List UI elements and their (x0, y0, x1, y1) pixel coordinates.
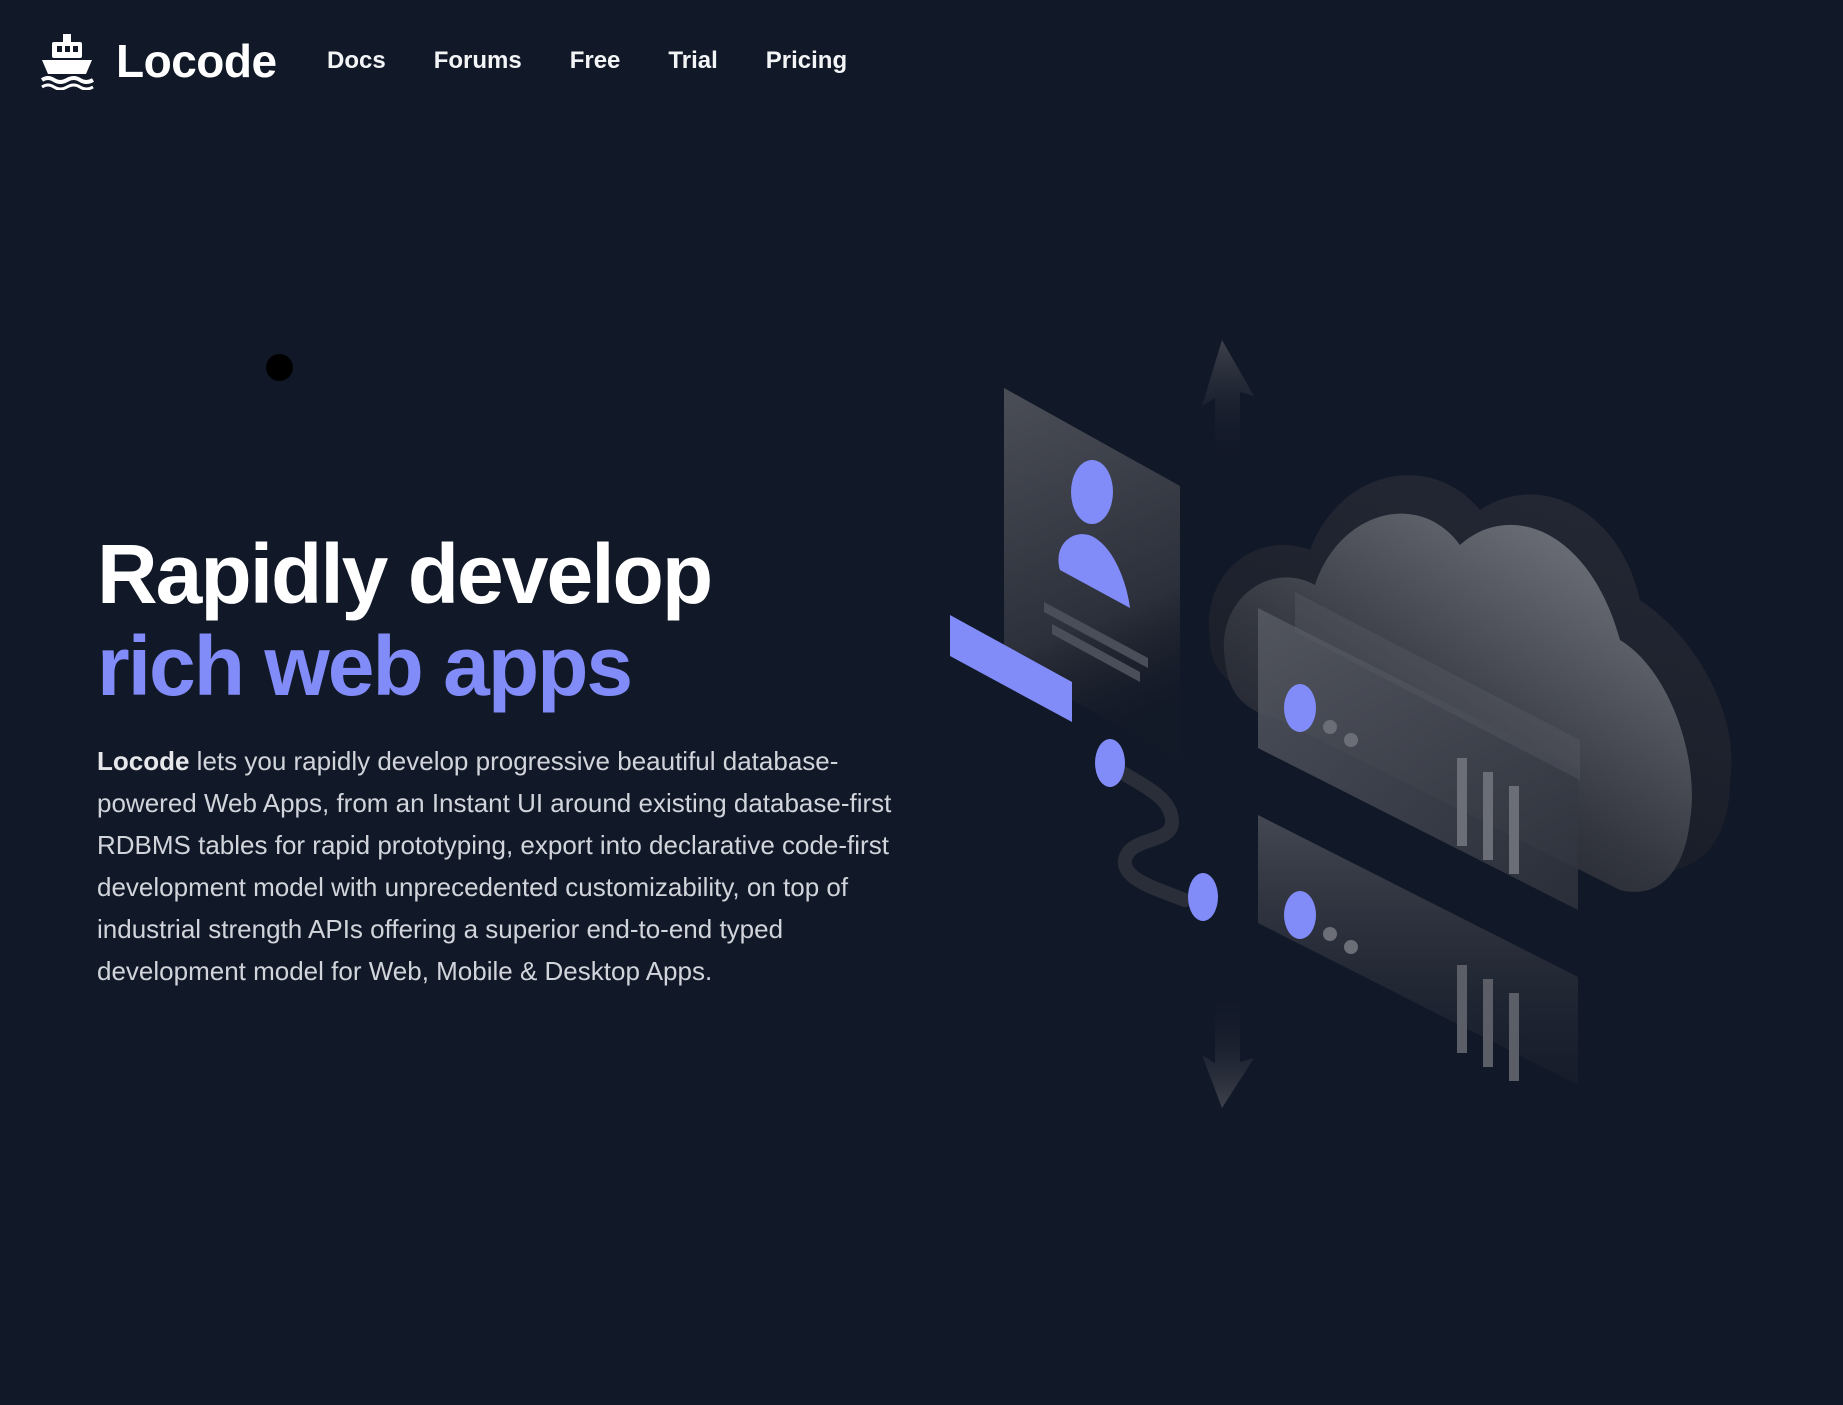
site-header: Locode Docs Forums Free Trial Pricing (0, 0, 1843, 130)
nav-link-forums[interactable]: Forums (434, 47, 522, 74)
hero-title: Rapidly develop rich web apps (97, 528, 917, 712)
nav-link-pricing[interactable]: Pricing (766, 47, 847, 74)
hero-title-line1: Rapidly develop (97, 527, 713, 621)
brand-name: Locode (116, 35, 277, 87)
hero-description-text: lets you rapidly develop progressive bea… (97, 746, 892, 986)
hero-section: Rapidly develop rich web apps Locode let… (97, 528, 917, 992)
hero-description-brand: Locode (97, 746, 190, 776)
nav-link-docs[interactable]: Docs (327, 47, 386, 74)
brand-link[interactable]: Locode (40, 32, 277, 90)
main-nav: Docs Forums Free Trial Pricing (327, 47, 895, 74)
hero-description: Locode lets you rapidly develop progress… (97, 740, 917, 992)
hero-title-line2: rich web apps (97, 619, 633, 713)
nav-link-trial[interactable]: Trial (668, 47, 717, 74)
ship-icon (40, 34, 94, 90)
cloud-servers-illustration (950, 340, 1732, 1108)
decorative-dot (266, 354, 293, 381)
nav-link-free[interactable]: Free (570, 47, 621, 74)
